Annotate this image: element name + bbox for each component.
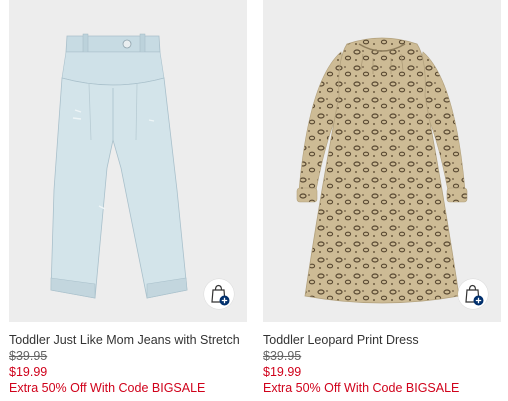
product-image-area[interactable] — [9, 0, 247, 322]
add-to-bag-icon — [465, 284, 484, 306]
add-to-bag-button[interactable] — [458, 279, 488, 309]
product-card-jeans[interactable]: Toddler Just Like Mom Jeans with Stretch… — [9, 0, 247, 396]
promo-text: Extra 50% Off With Code BIGSALE — [9, 381, 206, 395]
dress-image[interactable] — [263, 0, 501, 322]
original-price: $39.95 — [263, 349, 302, 363]
promo-text: Extra 50% Off With Code BIGSALE — [263, 381, 460, 395]
add-to-bag-button[interactable] — [204, 279, 234, 309]
sale-price: $19.99 — [9, 365, 48, 379]
product-grid: Toddler Just Like Mom Jeans with Stretch… — [0, 0, 508, 401]
product-image-area[interactable] — [263, 0, 501, 322]
add-to-bag-icon — [211, 284, 230, 306]
jeans-image[interactable] — [9, 0, 247, 322]
original-price: $39.95 — [9, 349, 48, 363]
sale-price: $19.99 — [263, 365, 302, 379]
product-name[interactable]: Toddler Just Like Mom Jeans with Stretch — [9, 332, 247, 348]
product-name[interactable]: Toddler Leopard Print Dress — [263, 332, 501, 348]
product-card-dress[interactable]: Toddler Leopard Print Dress $39.95 $19.9… — [263, 0, 501, 396]
